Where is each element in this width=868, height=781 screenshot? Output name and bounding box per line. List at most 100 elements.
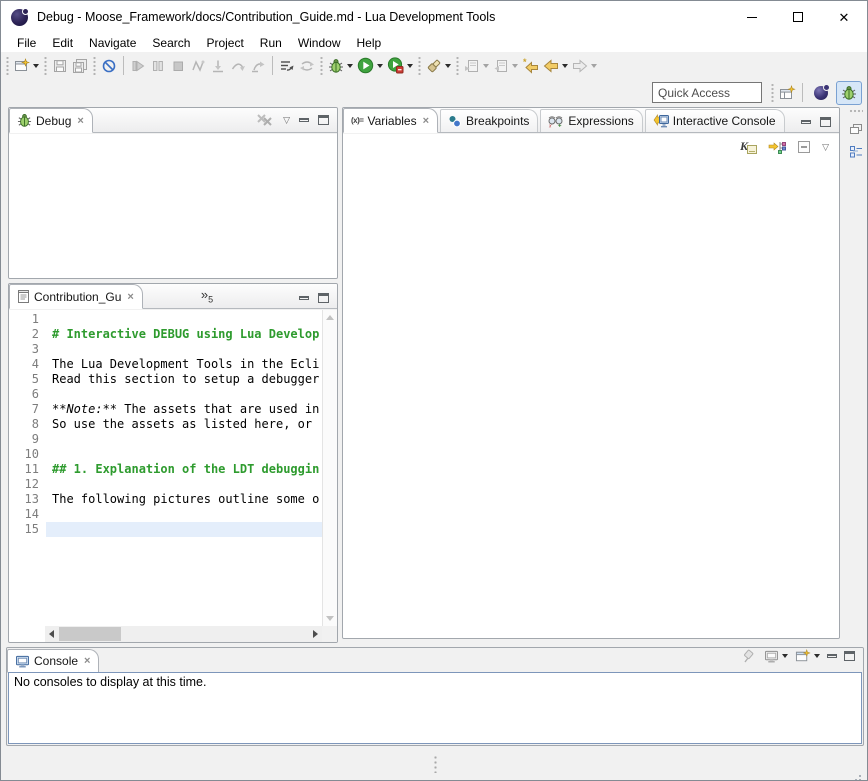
tab-contribution-guide[interactable]: Contribution_Gu × — [9, 284, 143, 309]
step-over-button[interactable] — [228, 55, 248, 77]
minimize-view-button[interactable] — [299, 118, 309, 122]
menu-window[interactable]: Window — [290, 34, 349, 52]
open-perspective-button[interactable] — [777, 82, 798, 104]
menu-help[interactable]: Help — [349, 34, 390, 52]
close-icon[interactable]: × — [423, 115, 429, 127]
last-edit-location-button[interactable]: * — [520, 55, 541, 77]
menu-search[interactable]: Search — [144, 34, 198, 52]
toolbar-drag-handle[interactable] — [92, 57, 97, 75]
view-menu-button[interactable]: ▽ — [822, 143, 829, 152]
new-wizard-button[interactable] — [12, 55, 41, 77]
editor-line[interactable]: 1 — [9, 312, 322, 327]
terminate-button[interactable] — [168, 55, 188, 77]
editor-line[interactable]: 15 — [9, 522, 322, 537]
editor-line[interactable]: 9 — [9, 432, 322, 447]
editor-line[interactable]: 2# Interactive DEBUG using Lua Develop — [9, 327, 322, 342]
editor-lines[interactable]: 12# Interactive DEBUG using Lua Develop3… — [9, 312, 322, 626]
scroll-up-icon[interactable] — [326, 315, 334, 320]
editor-line[interactable]: 11## 1. Explanation of the LDT debuggin — [9, 462, 322, 477]
drop-to-frame-button[interactable] — [297, 55, 317, 77]
scroll-left-icon[interactable] — [49, 630, 54, 638]
back-button[interactable] — [541, 55, 570, 77]
quick-access-input[interactable] — [652, 82, 762, 103]
editor-horizontal-scrollbar[interactable] — [45, 626, 322, 642]
previous-annotation-button[interactable] — [491, 55, 520, 77]
menu-navigate[interactable]: Navigate — [81, 34, 144, 52]
close-icon[interactable]: × — [127, 291, 133, 303]
hidden-editors-button[interactable]: »5 — [201, 287, 213, 305]
external-tools-button[interactable] — [385, 55, 415, 77]
show-type-names-button[interactable]: K — [740, 139, 758, 155]
tab-interactive-console[interactable]: Interactive Console — [645, 109, 785, 132]
window-close-button[interactable]: ✕ — [821, 1, 867, 33]
close-icon[interactable]: × — [84, 655, 90, 667]
toolbar-drag-handle[interactable] — [417, 57, 422, 75]
editor-content[interactable]: 12# Interactive DEBUG using Lua Develop3… — [9, 310, 337, 642]
toolbar-drag-handle[interactable] — [43, 57, 48, 75]
maximize-view-button[interactable] — [844, 651, 855, 661]
minimize-view-button[interactable] — [801, 120, 811, 124]
console-content[interactable]: No consoles to display at this time. — [8, 672, 862, 744]
run-button[interactable] — [355, 55, 385, 77]
lua-perspective-button[interactable] — [808, 81, 834, 105]
scrollbar-thumb[interactable] — [59, 627, 121, 641]
resume-button[interactable] — [128, 55, 148, 77]
editor-line[interactable]: 7**Note:** The assets that are used in — [9, 402, 322, 417]
step-into-button[interactable] — [208, 55, 228, 77]
show-logical-structures-button[interactable] — [768, 139, 786, 155]
toolbar-drag-handle[interactable] — [770, 84, 775, 102]
debug-button[interactable] — [326, 55, 355, 77]
toolbar-drag-handle[interactable] — [319, 57, 324, 75]
search-button[interactable] — [424, 55, 453, 77]
outline-view-button[interactable] — [849, 145, 864, 159]
editor-line[interactable]: 12 — [9, 477, 322, 492]
toolbar-drag-handle[interactable] — [455, 57, 460, 75]
tab-breakpoints[interactable]: Breakpoints — [440, 109, 538, 132]
debug-view-content[interactable] — [9, 134, 337, 278]
forward-button[interactable] — [570, 55, 599, 77]
view-menu-button[interactable]: ▽ — [283, 116, 290, 125]
restore-views-button[interactable] — [849, 123, 863, 135]
menu-project[interactable]: Project — [198, 34, 251, 52]
tab-debug[interactable]: Debug × — [9, 108, 93, 133]
editor-line[interactable]: 10 — [9, 447, 322, 462]
maximize-view-button[interactable] — [820, 117, 831, 127]
trim-drag-handle[interactable] — [849, 109, 863, 113]
editor-line[interactable]: 3 — [9, 342, 322, 357]
window-maximize-button[interactable] — [775, 1, 821, 33]
step-return-button[interactable] — [248, 55, 268, 77]
tab-expressions[interactable]: x + Expressions — [540, 109, 642, 132]
maximize-view-button[interactable] — [318, 293, 329, 303]
menu-file[interactable]: File — [9, 34, 44, 52]
minimize-view-button[interactable] — [827, 654, 837, 658]
statusbar-drag-handle[interactable] — [434, 755, 437, 773]
scroll-right-icon[interactable] — [313, 630, 318, 638]
maximize-view-button[interactable] — [318, 115, 329, 125]
editor-vertical-scrollbar[interactable] — [322, 310, 337, 626]
window-minimize-button[interactable] — [729, 1, 775, 33]
editor-line[interactable]: 5Read this section to setup a debugger — [9, 372, 322, 387]
scroll-down-icon[interactable] — [326, 616, 334, 621]
menu-edit[interactable]: Edit — [44, 34, 81, 52]
suspend-button[interactable] — [148, 55, 168, 77]
window-resize-grip[interactable] — [859, 775, 861, 777]
display-selected-console-button[interactable] — [764, 647, 788, 667]
toolbar-drag-handle[interactable] — [5, 57, 10, 75]
use-step-filters-button[interactable] — [277, 55, 297, 77]
debug-perspective-button[interactable] — [836, 81, 862, 105]
skip-all-breakpoints-button[interactable] — [99, 55, 119, 77]
tab-variables[interactable]: (x)= Variables × — [343, 108, 438, 133]
minimize-view-button[interactable] — [299, 296, 309, 300]
tab-console[interactable]: Console × — [7, 649, 99, 673]
editor-line[interactable]: 13The following pictures outline some o — [9, 492, 322, 507]
close-icon[interactable]: × — [77, 115, 83, 127]
editor-line[interactable]: 4The Lua Development Tools in the Ecli — [9, 357, 322, 372]
variables-view-content[interactable] — [343, 160, 839, 638]
menu-run[interactable]: Run — [252, 34, 290, 52]
collapse-all-button[interactable] — [796, 139, 812, 155]
next-annotation-button[interactable] — [462, 55, 491, 77]
editor-line[interactable]: 14 — [9, 507, 322, 522]
save-all-button[interactable] — [70, 55, 90, 77]
pin-console-button[interactable] — [741, 649, 757, 664]
editor-line[interactable]: 8So use the assets as listed here, or — [9, 417, 322, 432]
